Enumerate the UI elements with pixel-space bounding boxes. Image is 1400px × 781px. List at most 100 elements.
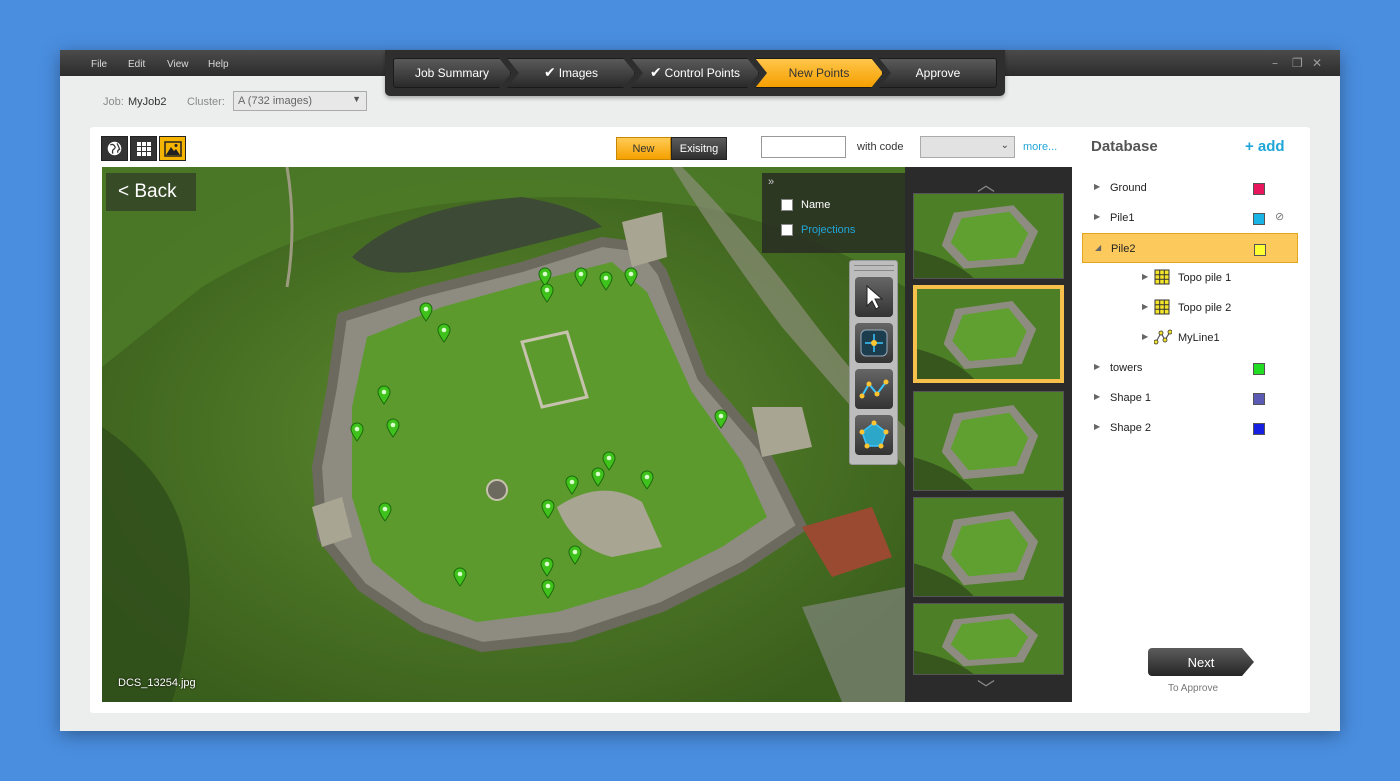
checkbox[interactable] xyxy=(781,224,793,236)
grid-points-icon xyxy=(1154,299,1170,315)
expand-triangle-icon[interactable]: ▶ xyxy=(1094,182,1100,191)
expand-triangle-icon[interactable]: ▶ xyxy=(1142,302,1148,311)
more-link[interactable]: more... xyxy=(1023,141,1057,153)
database-item-label: Ground xyxy=(1110,182,1147,194)
menu-view[interactable]: View xyxy=(167,59,189,70)
point-marker-pin-icon[interactable] xyxy=(714,409,728,429)
point-marker-pin-icon[interactable] xyxy=(540,557,554,577)
minimize-icon[interactable]: – xyxy=(1272,56,1278,70)
point-marker-pin-icon[interactable] xyxy=(350,422,364,442)
job-label: Job: xyxy=(103,96,124,108)
point-marker-pin-icon[interactable] xyxy=(437,323,451,343)
layer-projections-toggle[interactable]: Projections xyxy=(781,224,855,236)
point-marker-pin-icon[interactable] xyxy=(541,579,555,599)
close-icon[interactable]: ✕ xyxy=(1312,56,1322,70)
step-new-points[interactable]: New Points xyxy=(755,58,883,88)
expand-icon[interactable]: » xyxy=(768,176,774,188)
point-marker-pin-icon[interactable] xyxy=(386,418,400,438)
collapse-triangle-icon[interactable]: ◢ xyxy=(1095,243,1101,252)
point-marker-pin-icon[interactable] xyxy=(378,502,392,522)
expand-triangle-icon[interactable]: ▶ xyxy=(1094,392,1100,401)
restore-icon[interactable]: ❐ xyxy=(1292,56,1303,70)
checkbox[interactable] xyxy=(781,199,793,211)
database-item[interactable]: ▶ MyLine1 xyxy=(1082,323,1298,353)
select-tool-button[interactable] xyxy=(855,277,893,317)
expand-triangle-icon[interactable]: ▶ xyxy=(1094,212,1100,221)
menu-file[interactable]: File xyxy=(91,59,107,70)
point-marker-pin-icon[interactable] xyxy=(540,283,554,303)
polyline-tool-button[interactable] xyxy=(855,369,893,409)
color-swatch[interactable] xyxy=(1254,244,1266,256)
image-view-button[interactable] xyxy=(159,136,186,161)
database-item[interactable]: ▶ Ground xyxy=(1082,173,1298,203)
point-marker-pin-icon[interactable] xyxy=(419,302,433,322)
color-swatch[interactable] xyxy=(1253,183,1265,195)
back-button[interactable]: < Back xyxy=(106,173,196,211)
layer-name-label: Name xyxy=(801,199,831,211)
code-select[interactable]: ⌄ xyxy=(920,136,1015,158)
tool-palette xyxy=(849,260,898,465)
step-label: Approve xyxy=(915,66,961,80)
thumbnail-2-selected[interactable] xyxy=(913,285,1064,383)
new-toggle-button[interactable]: New xyxy=(616,137,671,160)
polygon-tool-button[interactable] xyxy=(855,415,893,455)
point-tool-button[interactable] xyxy=(855,323,893,363)
database-item[interactable]: ◢ Pile2 xyxy=(1082,233,1298,263)
expand-triangle-icon[interactable]: ▶ xyxy=(1142,332,1148,341)
thumbnail-5[interactable] xyxy=(913,603,1064,675)
expand-triangle-icon[interactable]: ▶ xyxy=(1094,422,1100,431)
point-marker-pin-icon[interactable] xyxy=(591,467,605,487)
database-item[interactable]: ▶ Topo pile 2 xyxy=(1082,293,1298,323)
palette-grip[interactable] xyxy=(854,265,894,271)
color-swatch[interactable] xyxy=(1253,393,1265,405)
database-item[interactable]: ▶ Shape 2 xyxy=(1082,413,1298,443)
hidden-eye-icon[interactable]: ⊘ xyxy=(1275,210,1284,223)
step-approve[interactable]: Approve xyxy=(879,58,997,88)
menu-edit[interactable]: Edit xyxy=(128,59,145,70)
thumbnail-1[interactable] xyxy=(913,193,1064,279)
point-marker-pin-icon[interactable] xyxy=(640,470,654,490)
step-images[interactable]: ✔ Images xyxy=(507,58,635,88)
database-item[interactable]: ▶ towers xyxy=(1082,353,1298,383)
cluster-select[interactable]: A (732 images) ▼ xyxy=(233,91,367,111)
layer-name-toggle[interactable]: Name xyxy=(781,199,830,211)
thumbnail-3[interactable] xyxy=(913,391,1064,491)
existing-toggle-button[interactable]: Exisitng xyxy=(671,137,727,160)
step-control-points[interactable]: ✔ Control Points xyxy=(631,58,759,88)
code-search-input[interactable] xyxy=(761,136,846,158)
app-window: File Edit View Help – ❐ ✕ Job Summary ✔ … xyxy=(60,50,1340,731)
point-marker-pin-icon[interactable] xyxy=(541,499,555,519)
point-marker-pin-icon[interactable] xyxy=(565,475,579,495)
color-swatch[interactable] xyxy=(1253,423,1265,435)
database-item[interactable]: ▶ Topo pile 1 xyxy=(1082,263,1298,293)
point-marker-pin-icon[interactable] xyxy=(377,385,391,405)
globe-view-button[interactable] xyxy=(101,136,128,161)
thumbnail-4[interactable] xyxy=(913,497,1064,597)
point-marker-pin-icon[interactable] xyxy=(624,267,638,287)
cluster-label: Cluster: xyxy=(187,96,225,108)
menu-help[interactable]: Help xyxy=(208,59,229,70)
cursor-arrow-icon xyxy=(866,284,884,310)
polygon-icon xyxy=(859,420,889,449)
point-marker-pin-icon[interactable] xyxy=(574,267,588,287)
expand-triangle-icon[interactable]: ▶ xyxy=(1142,272,1148,281)
image-viewer[interactable]: < Back DCS_13254.jpg » Name Projections xyxy=(102,167,905,702)
database-item-label: towers xyxy=(1110,362,1143,374)
expand-triangle-icon[interactable]: ▶ xyxy=(1094,362,1100,371)
point-marker-pin-icon[interactable] xyxy=(568,545,582,565)
color-swatch[interactable] xyxy=(1253,213,1265,225)
point-marker-pin-icon[interactable] xyxy=(453,567,467,587)
database-item[interactable]: ▶ Shape 1 xyxy=(1082,383,1298,413)
color-swatch[interactable] xyxy=(1253,363,1265,375)
step-job-summary[interactable]: Job Summary xyxy=(393,58,511,88)
add-database-item-button[interactable]: + add xyxy=(1245,138,1285,155)
next-button[interactable]: Next xyxy=(1148,648,1254,676)
scroll-down-icon[interactable]: ﹀ xyxy=(977,675,995,701)
grid-view-button[interactable] xyxy=(130,136,157,161)
database-item-label: Topo pile 2 xyxy=(1178,302,1232,314)
database-item[interactable]: ▶ Pile1 ⊘ xyxy=(1082,203,1298,233)
database-item-label: MyLine1 xyxy=(1178,332,1220,344)
grid-points-icon xyxy=(1154,269,1170,285)
crosshair-point-icon xyxy=(860,329,888,357)
point-marker-pin-icon[interactable] xyxy=(599,271,613,291)
